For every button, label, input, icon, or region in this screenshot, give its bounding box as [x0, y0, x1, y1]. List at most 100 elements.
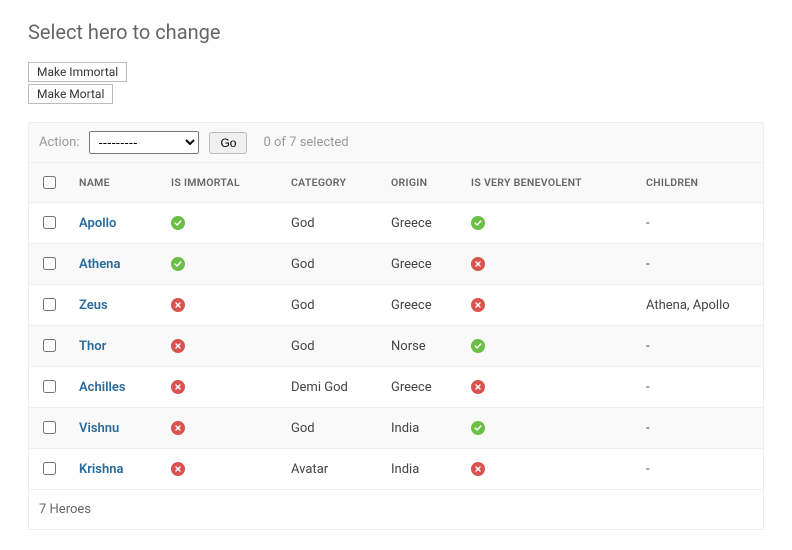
row-name-cell: Thor [69, 326, 161, 367]
row-checkbox[interactable] [43, 298, 56, 311]
no-icon [471, 380, 485, 394]
row-checkbox[interactable] [43, 257, 56, 270]
table-row: Thor GodNorse - [29, 326, 764, 367]
no-icon [171, 298, 185, 312]
action-label: Action: [39, 135, 79, 150]
row-benevolent-cell [461, 408, 636, 449]
row-select-cell [29, 203, 70, 244]
hero-name-link[interactable]: Achilles [79, 380, 126, 395]
row-immortal-cell [161, 326, 281, 367]
table-row: Apollo GodGreece - [29, 203, 764, 244]
row-origin-cell: India [381, 449, 461, 490]
no-icon [471, 257, 485, 271]
row-select-cell [29, 244, 70, 285]
row-category-cell: God [281, 203, 381, 244]
row-category-cell: God [281, 408, 381, 449]
row-checkbox[interactable] [43, 462, 56, 475]
table-row: Vishnu GodIndia - [29, 408, 764, 449]
row-category-cell: God [281, 285, 381, 326]
yes-icon [471, 421, 485, 435]
row-benevolent-cell [461, 285, 636, 326]
row-select-cell [29, 449, 70, 490]
row-category-cell: Avatar [281, 449, 381, 490]
header-name[interactable]: NAME [69, 163, 161, 203]
yes-icon [171, 216, 185, 230]
row-select-cell [29, 285, 70, 326]
no-icon [471, 298, 485, 312]
yes-icon [171, 257, 185, 271]
make-immortal-button[interactable]: Make Immortal [28, 62, 127, 82]
row-select-cell [29, 367, 70, 408]
header-category[interactable]: CATEGORY [281, 163, 381, 203]
row-checkbox[interactable] [43, 380, 56, 393]
table-row: Achilles Demi GodGreece - [29, 367, 764, 408]
row-immortal-cell [161, 203, 281, 244]
header-origin[interactable]: ORIGIN [381, 163, 461, 203]
table-row: Krishna AvatarIndia - [29, 449, 764, 490]
make-mortal-button[interactable]: Make Mortal [28, 84, 113, 104]
row-benevolent-cell [461, 203, 636, 244]
row-immortal-cell [161, 244, 281, 285]
bulk-action-buttons: Make Immortal Make Mortal [28, 62, 764, 104]
row-category-cell: Demi God [281, 367, 381, 408]
row-select-cell [29, 326, 70, 367]
row-name-cell: Achilles [69, 367, 161, 408]
header-select-all [29, 163, 70, 203]
row-category-cell: God [281, 326, 381, 367]
row-checkbox[interactable] [43, 421, 56, 434]
no-icon [171, 339, 185, 353]
action-select[interactable]: --------- [89, 131, 199, 154]
row-name-cell: Krishna [69, 449, 161, 490]
row-name-cell: Zeus [69, 285, 161, 326]
row-children-cell: - [636, 449, 764, 490]
row-benevolent-cell [461, 367, 636, 408]
page-title: Select hero to change [28, 20, 764, 44]
table-row: Zeus GodGreece Athena, Apollo [29, 285, 764, 326]
row-benevolent-cell [461, 449, 636, 490]
table-footer: 7 Heroes [28, 490, 764, 530]
row-select-cell [29, 408, 70, 449]
hero-name-link[interactable]: Athena [79, 257, 120, 272]
row-checkbox[interactable] [43, 339, 56, 352]
row-name-cell: Athena [69, 244, 161, 285]
row-name-cell: Apollo [69, 203, 161, 244]
row-checkbox[interactable] [43, 216, 56, 229]
hero-table: NAME IS IMMORTAL CATEGORY ORIGIN IS VERY… [28, 162, 764, 490]
selection-count: 0 of 7 selected [263, 135, 348, 150]
row-children-cell: - [636, 367, 764, 408]
no-icon [171, 380, 185, 394]
select-all-checkbox[interactable] [43, 176, 56, 189]
hero-name-link[interactable]: Vishnu [79, 421, 119, 436]
go-button[interactable]: Go [209, 132, 247, 154]
header-is-immortal[interactable]: IS IMMORTAL [161, 163, 281, 203]
row-children-cell: - [636, 203, 764, 244]
row-category-cell: God [281, 244, 381, 285]
row-children-cell: - [636, 326, 764, 367]
row-immortal-cell [161, 408, 281, 449]
hero-name-link[interactable]: Krishna [79, 462, 123, 477]
row-immortal-cell [161, 449, 281, 490]
row-origin-cell: Greece [381, 285, 461, 326]
row-origin-cell: Greece [381, 203, 461, 244]
action-bar: Action: --------- Go 0 of 7 selected [28, 122, 764, 162]
row-origin-cell: Greece [381, 367, 461, 408]
row-children-cell: - [636, 408, 764, 449]
header-is-very-benevolent[interactable]: IS VERY BENEVOLENT [461, 163, 636, 203]
row-immortal-cell [161, 367, 281, 408]
row-origin-cell: Norse [381, 326, 461, 367]
hero-name-link[interactable]: Zeus [79, 298, 108, 313]
no-icon [471, 462, 485, 476]
hero-name-link[interactable]: Apollo [79, 216, 116, 231]
row-benevolent-cell [461, 244, 636, 285]
hero-name-link[interactable]: Thor [79, 339, 106, 354]
row-origin-cell: India [381, 408, 461, 449]
row-benevolent-cell [461, 326, 636, 367]
row-name-cell: Vishnu [69, 408, 161, 449]
row-children-cell: Athena, Apollo [636, 285, 764, 326]
yes-icon [471, 339, 485, 353]
row-children-cell: - [636, 244, 764, 285]
yes-icon [471, 216, 485, 230]
header-children[interactable]: CHILDREN [636, 163, 764, 203]
no-icon [171, 421, 185, 435]
row-origin-cell: Greece [381, 244, 461, 285]
